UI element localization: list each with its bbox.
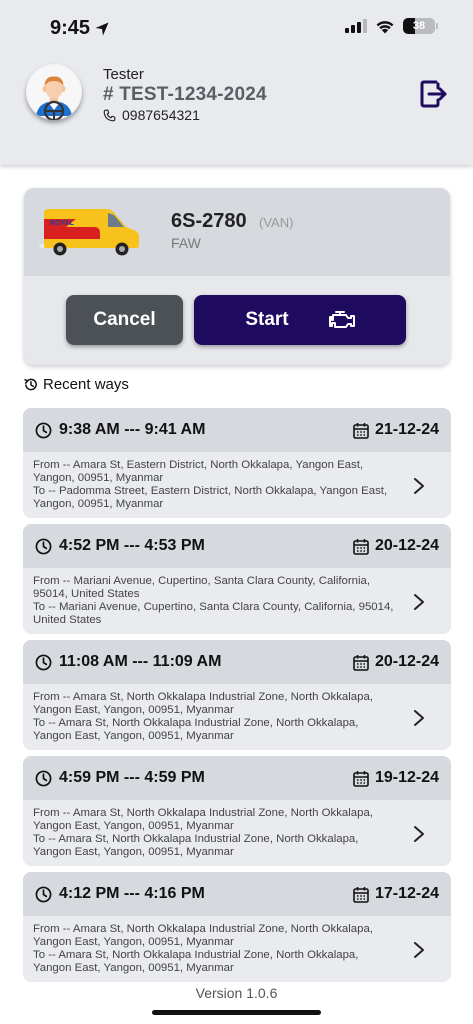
trip-date: 19-12-24	[374, 769, 439, 786]
trip-time-row: 4:12 PM --- 4:16 PM	[35, 885, 205, 903]
trip-date-row: 20-12-24	[353, 653, 439, 671]
cancel-button-label: Cancel	[93, 309, 156, 330]
trip-time: 11:08 AM --- 11:09 AM	[59, 653, 222, 670]
trip-header: 9:38 AM --- 9:41 AM 21-12-24	[23, 408, 451, 452]
trip-time: 9:38 AM --- 9:41 AM	[59, 421, 206, 438]
vehicle-card: ROYAL 6S-2780 (VAN) FAW Cancel Start	[24, 188, 450, 365]
start-button[interactable]: Start	[194, 295, 406, 345]
trip-from: From -- Mariani Avenue, Cupertino, Santa…	[33, 575, 371, 600]
signal-icon	[345, 19, 367, 33]
trip-time-row: 4:52 PM --- 4:53 PM	[35, 537, 205, 555]
battery-level: 38	[412, 20, 426, 32]
trip-time-row: 11:08 AM --- 11:09 AM	[35, 653, 221, 671]
trip-date: 20-12-24	[374, 537, 439, 554]
location-arrow-icon	[95, 22, 109, 35]
avatar-driver-illustration	[28, 66, 80, 120]
trip-header: 4:59 PM --- 4:59 PM 19-12-24	[23, 756, 451, 800]
status-time-text: 9:45	[50, 17, 91, 39]
trip-date-row: 19-12-24	[353, 769, 439, 787]
wifi-icon	[376, 20, 394, 33]
trip-date: 21-12-24	[374, 421, 439, 438]
vehicle-type: (VAN)	[259, 215, 294, 230]
trip-card[interactable]: 9:38 AM --- 9:41 AM 21-12-24 From -- Ama…	[23, 408, 451, 518]
status-time: 9:45	[50, 17, 110, 40]
trip-to: To -- Mariani Avenue, Cupertino, Santa C…	[33, 601, 394, 626]
user-phone: 0987654321	[122, 107, 200, 123]
battery-icon: 38	[403, 18, 438, 34]
trip-card[interactable]: 4:12 PM --- 4:16 PM 17-12-24 From -- Ama…	[23, 872, 451, 982]
cancel-button[interactable]: Cancel	[66, 295, 183, 345]
user-phone-row: 0987654321	[103, 107, 200, 123]
trip-time-row: 9:38 AM --- 9:41 AM	[35, 421, 205, 439]
trip-date-row: 17-12-24	[353, 885, 439, 903]
user-name: Tester	[103, 66, 144, 83]
clock-icon	[35, 770, 52, 786]
history-icon	[24, 378, 37, 391]
clock-icon	[35, 886, 52, 902]
logout-icon	[420, 80, 447, 108]
vehicle-brand: FAW	[171, 235, 201, 251]
trip-addresses: From -- Amara St, North Okkalapa Industr…	[33, 807, 398, 859]
trip-header: 11:08 AM --- 11:09 AM 20-12-24	[23, 640, 451, 684]
trip-header: 4:52 PM --- 4:53 PM 20-12-24	[23, 524, 451, 568]
status-indicators: 38	[345, 18, 438, 34]
chevron-right-icon	[414, 826, 424, 842]
trip-time: 4:59 PM --- 4:59 PM	[59, 769, 205, 786]
chevron-right-icon	[414, 478, 424, 494]
vehicle-info: ROYAL 6S-2780 (VAN) FAW	[24, 188, 450, 276]
trip-date-row: 21-12-24	[353, 421, 439, 439]
trip-to: To -- Amara St, North Okkalapa Industria…	[33, 833, 359, 858]
calendar-icon	[353, 654, 369, 671]
trip-addresses: From -- Amara St, North Okkalapa Industr…	[33, 923, 398, 975]
clock-icon	[35, 422, 52, 438]
status-bar: 9:45 38	[0, 0, 473, 56]
calendar-icon	[353, 422, 369, 439]
trip-to: To -- Amara St, North Okkalapa Industria…	[33, 949, 359, 974]
clock-icon	[35, 654, 52, 670]
trip-from: From -- Amara St, North Okkalapa Industr…	[33, 807, 373, 832]
recent-ways-heading: Recent ways	[23, 376, 129, 393]
user-id: # TEST-1234-2024	[103, 84, 267, 105]
vehicle-plate: 6S-2780	[171, 210, 247, 232]
trip-card[interactable]: 4:59 PM --- 4:59 PM 19-12-24 From -- Ama…	[23, 756, 451, 866]
trip-time: 4:52 PM --- 4:53 PM	[59, 537, 205, 554]
logout-button[interactable]	[420, 79, 448, 109]
trip-to: To -- Amara St, North Okkalapa Industria…	[33, 717, 359, 742]
trip-card[interactable]: 4:52 PM --- 4:53 PM 20-12-24 From -- Mar…	[23, 524, 451, 634]
trip-header: 4:12 PM --- 4:16 PM 17-12-24	[23, 872, 451, 916]
trip-addresses: From -- Mariani Avenue, Cupertino, Santa…	[33, 575, 398, 627]
calendar-icon	[353, 886, 369, 903]
clock-icon	[35, 538, 52, 554]
chevron-right-icon	[414, 594, 424, 610]
start-button-label: Start	[245, 309, 289, 330]
calendar-icon	[353, 770, 369, 787]
trip-from: From -- Amara St, North Okkalapa Industr…	[33, 691, 373, 716]
trip-from: From -- Amara St, Eastern District, Nort…	[33, 459, 364, 484]
chevron-right-icon	[414, 942, 424, 958]
app-version: Version 1.0.6	[195, 985, 278, 1001]
profile-header: 9:45 38 Tester # TEST-1234-2024 09876543…	[0, 0, 473, 165]
trip-to: To -- Padomma Street, Eastern District, …	[33, 485, 388, 510]
engine-icon	[328, 311, 355, 328]
trip-from: From -- Amara St, North Okkalapa Industr…	[33, 923, 373, 948]
trip-addresses: From -- Amara St, Eastern District, Nort…	[33, 459, 398, 511]
home-indicator[interactable]	[152, 1010, 321, 1015]
van-logo-text: ROYAL	[50, 220, 75, 227]
trip-date-row: 20-12-24	[353, 537, 439, 555]
trip-date: 20-12-24	[374, 653, 439, 670]
recent-ways-title: Recent ways	[43, 376, 129, 393]
trip-card[interactable]: 11:08 AM --- 11:09 AM 20-12-24 From -- A…	[23, 640, 451, 750]
trip-time: 4:12 PM --- 4:16 PM	[59, 885, 205, 902]
van-image: ROYAL	[38, 209, 139, 256]
avatar[interactable]	[26, 64, 82, 120]
trip-addresses: From -- Amara St, North Okkalapa Industr…	[33, 691, 398, 743]
phone-icon	[103, 109, 116, 121]
calendar-icon	[353, 538, 369, 555]
trip-date: 17-12-24	[374, 885, 439, 902]
chevron-right-icon	[414, 710, 424, 726]
trip-time-row: 4:59 PM --- 4:59 PM	[35, 769, 205, 787]
